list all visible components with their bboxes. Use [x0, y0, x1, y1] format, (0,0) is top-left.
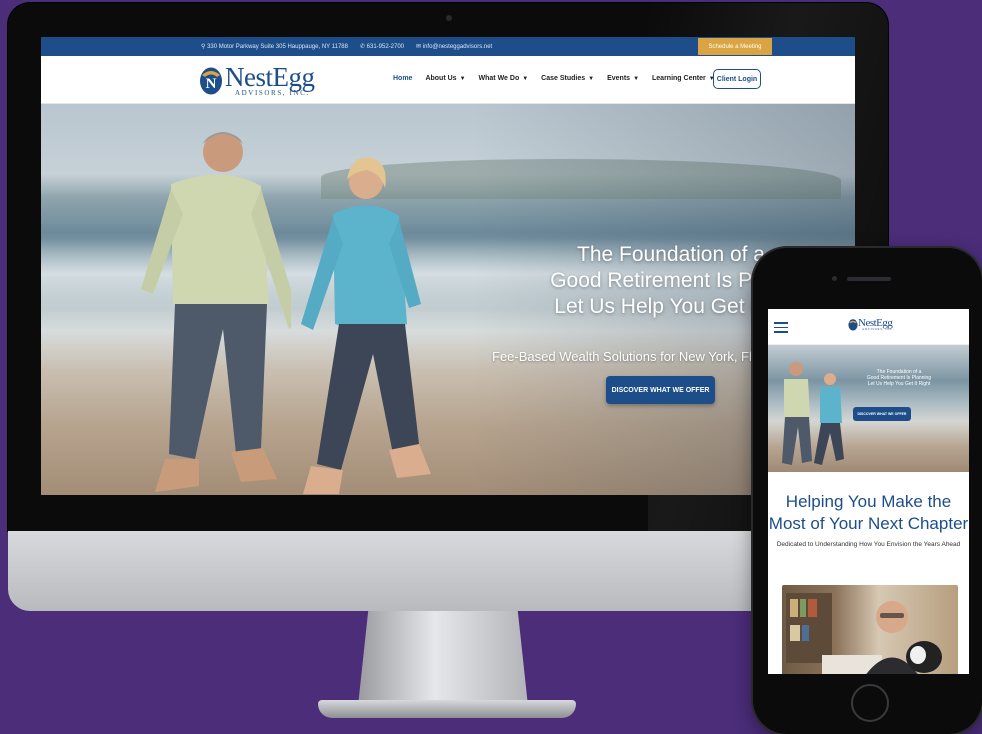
- address-text: ⚲ 330 Motor Parkway Suite 305 Hauppauge,…: [201, 43, 348, 50]
- mobile-discover-offer-button[interactable]: DISCOVER WHAT WE OFFER: [853, 407, 911, 421]
- phone-home-button[interactable]: [851, 684, 889, 722]
- caret-down-icon: ▼: [633, 76, 640, 82]
- advisor-with-dog-image: [786, 593, 942, 674]
- email-text[interactable]: ✉ info@nesteggadvisors.net: [416, 43, 492, 50]
- nav-item-case-studies[interactable]: Case Studies ▼: [541, 75, 594, 82]
- caret-down-icon: ▼: [588, 76, 595, 82]
- nav-item-about-us[interactable]: About Us ▼: [425, 75, 465, 82]
- envelope-icon: ✉: [416, 44, 422, 50]
- monitor-camera: [446, 15, 452, 21]
- phone-icon: ✆: [359, 44, 365, 50]
- mobile-hero-heading-line: Let Us Help You Get It Right: [867, 381, 931, 387]
- nav-label: Events: [607, 75, 631, 82]
- advisor-photo: [782, 585, 958, 674]
- mobile-logo-tagline: ADVISORS, INC.: [862, 327, 895, 331]
- mobile-phone: NestEgg ADVISORS, INC. The Foundation of…: [753, 248, 982, 734]
- client-login-button[interactable]: Client Login: [713, 69, 761, 89]
- caret-down-icon: ▼: [522, 76, 529, 82]
- address-label: 330 Motor Parkway Suite 305 Hauppauge, N…: [207, 44, 348, 50]
- client-login-label: Client Login: [716, 75, 758, 83]
- schedule-meeting-label: Schedule a Meeting: [708, 43, 762, 50]
- hero-banner: The Foundation of a Good Retirement Is P…: [41, 104, 855, 495]
- hero-man-image: [141, 132, 291, 492]
- discover-offer-label: DISCOVER WHAT WE OFFER: [611, 386, 710, 394]
- svg-text:N: N: [206, 76, 217, 92]
- mobile-section-subheading: Dedicated to Understanding How You Envis…: [776, 541, 961, 548]
- mobile-logo[interactable]: NestEgg ADVISORS, INC.: [848, 318, 894, 331]
- nav-label: Home: [393, 75, 413, 82]
- phone-camera: [832, 276, 837, 281]
- top-info-bar: ⚲ 330 Motor Parkway Suite 305 Hauppauge,…: [41, 37, 855, 56]
- mobile-discover-offer-label: DISCOVER WHAT WE OFFER: [857, 412, 907, 416]
- nav-label: Case Studies: [541, 75, 586, 82]
- site-logo[interactable]: N NestEgg ADVISORS, INC.: [199, 60, 315, 100]
- nestegg-logo-icon: N: [200, 67, 222, 95]
- nav-item-learning-center[interactable]: Learning Center ▼: [652, 75, 715, 82]
- nav-item-events[interactable]: Events ▼: [607, 75, 639, 82]
- logo-name: NestEgg: [225, 61, 315, 92]
- discover-offer-button[interactable]: DISCOVER WHAT WE OFFER: [606, 376, 715, 404]
- hamburger-menu-icon[interactable]: [774, 322, 788, 333]
- email-label: info@nesteggadvisors.net: [422, 44, 493, 50]
- monitor-stand: [358, 611, 528, 706]
- nav-label: What We Do: [478, 75, 520, 82]
- nav-label: Learning Center: [652, 75, 706, 82]
- hero-woman-image: [301, 157, 431, 494]
- nav-label: About Us: [425, 75, 457, 82]
- location-icon: ⚲: [201, 44, 206, 50]
- phone-speaker: [847, 277, 891, 281]
- mobile-section-heading: Helping You Make the Most of Your Next C…: [768, 492, 969, 533]
- mobile-hero-heading: The Foundation of a Good Retirement Is P…: [834, 369, 964, 387]
- nav-item-what-we-do[interactable]: What We Do ▼: [479, 75, 529, 82]
- caret-down-icon: ▼: [459, 76, 466, 82]
- schedule-meeting-button[interactable]: Schedule a Meeting: [698, 38, 772, 55]
- mobile-hero-banner: The Foundation of a Good Retirement Is P…: [768, 345, 969, 472]
- phone-label: 631-952-2700: [366, 44, 405, 50]
- desktop-screen: ⚲ 330 Motor Parkway Suite 305 Hauppauge,…: [41, 37, 855, 495]
- nav-item-home[interactable]: Home: [393, 75, 412, 82]
- phone-text[interactable]: ✆ 631-952-2700: [360, 43, 404, 50]
- monitor-foot: [318, 700, 576, 718]
- main-navbar: N NestEgg ADVISORS, INC. Home About Us ▼ …: [41, 56, 855, 104]
- hero-subheading: Fee-Based Wealth Solutions for New York,…: [492, 349, 767, 364]
- logo-tagline: ADVISORS, INC.: [235, 88, 310, 97]
- primary-nav: Home About Us ▼ What We Do ▼ Case Studies ▼…: [393, 75, 715, 82]
- mobile-screen: NestEgg ADVISORS, INC. The Foundation of…: [768, 309, 969, 674]
- nestegg-logo-icon: [848, 319, 858, 331]
- mobile-header: NestEgg ADVISORS, INC.: [768, 309, 969, 345]
